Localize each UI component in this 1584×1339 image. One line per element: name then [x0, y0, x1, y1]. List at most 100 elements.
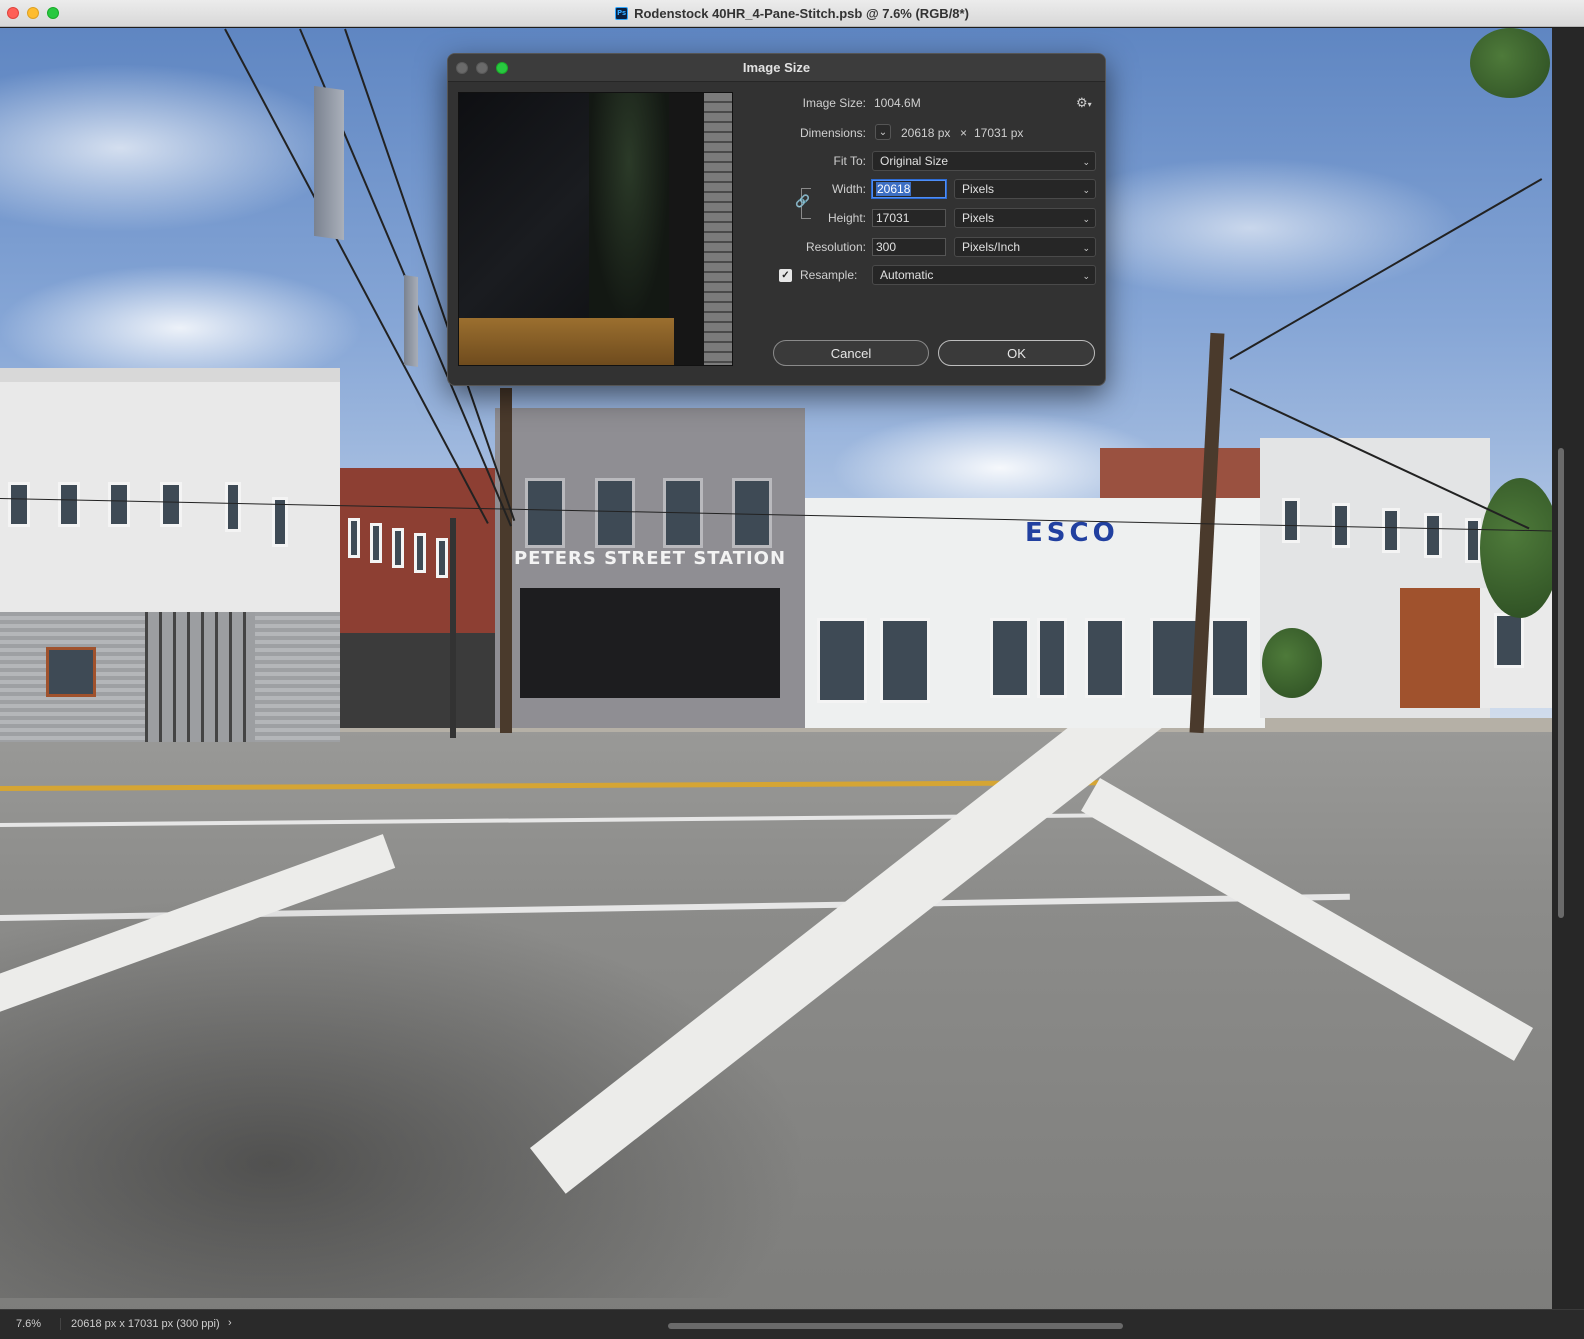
- building-window: [392, 528, 404, 568]
- resolution-label: Resolution:: [805, 240, 866, 254]
- chevron-down-icon: ⌄: [878, 126, 888, 138]
- chevron-down-icon: ⌄: [1082, 214, 1090, 224]
- resample-label: Resample:: [800, 268, 858, 282]
- dimensions-width-value: 20618 px: [901, 126, 951, 140]
- fit-to-value: Original Size: [880, 154, 949, 168]
- dimensions-height-value: 17031 px: [974, 126, 1024, 140]
- status-bar: 7.6% 20618 px x 17031 px (300 ppi) ›: [0, 1309, 1584, 1339]
- dialog-title-bar: Image Size: [448, 54, 1105, 82]
- white-building-left: [0, 368, 340, 742]
- resolution-input[interactable]: 300: [872, 238, 946, 256]
- peters-street-station-building: PETERS STREET STATION: [495, 408, 805, 728]
- tree: [1480, 478, 1552, 618]
- street-sign-back: [404, 275, 418, 367]
- fit-to-label: Fit To:: [833, 154, 866, 168]
- dialog-title: Image Size: [742, 60, 811, 75]
- title-wrap: Ps Rodenstock 40HR_4-Pane-Stitch.psb @ 7…: [615, 6, 969, 21]
- height-unit-select[interactable]: Pixels ⌄: [954, 208, 1096, 228]
- vertical-scrollbar[interactable]: [1552, 28, 1584, 1309]
- building-window: [1210, 618, 1250, 698]
- dialog-close-button[interactable]: [456, 62, 468, 74]
- fit-to-select[interactable]: Original Size ⌄: [872, 151, 1096, 171]
- building-window: [46, 647, 96, 697]
- dialog-zoom-button[interactable]: [496, 62, 508, 74]
- building-window: [525, 478, 565, 548]
- dimensions-label: Dimensions:: [799, 126, 866, 140]
- building-window: [370, 523, 382, 563]
- store-logo: ESCO: [1025, 518, 1119, 548]
- dialog-window-controls: [456, 62, 508, 74]
- width-value: 20618: [876, 182, 912, 196]
- resample-select[interactable]: Automatic ⌄: [872, 265, 1096, 285]
- height-unit-value: Pixels: [962, 211, 995, 225]
- zoom-level[interactable]: 7.6%: [16, 1318, 41, 1330]
- building-window: [990, 618, 1030, 698]
- chevron-down-icon: ⌄: [1082, 185, 1090, 195]
- preview-brick: [704, 93, 732, 365]
- preview-plant: [589, 93, 669, 323]
- resolution-unit-select[interactable]: Pixels/Inch ⌄: [954, 237, 1096, 257]
- minimize-button[interactable]: [27, 7, 39, 19]
- building-sign: PETERS STREET STATION: [513, 548, 787, 569]
- link-icon[interactable]: 🔗: [795, 194, 810, 208]
- vertical-scroll-thumb[interactable]: [1558, 448, 1564, 918]
- preview-frame: [669, 93, 704, 365]
- width-unit-select[interactable]: Pixels ⌄: [954, 179, 1096, 199]
- utility-pole: [500, 388, 512, 733]
- dialog-minimize-button[interactable]: [476, 62, 488, 74]
- width-input[interactable]: 20618: [872, 180, 946, 198]
- zoom-button[interactable]: [47, 7, 59, 19]
- ok-button[interactable]: OK: [938, 340, 1095, 366]
- building-window: [8, 482, 30, 527]
- security-grate: [145, 612, 255, 742]
- building-window: [595, 478, 635, 548]
- street-sign-back: [314, 85, 344, 241]
- building-window: [1085, 618, 1125, 698]
- storefront: [520, 588, 780, 698]
- height-input[interactable]: 17031: [872, 209, 946, 227]
- width-unit-value: Pixels: [962, 182, 995, 196]
- building-window: [1424, 513, 1442, 558]
- width-label: Width:: [831, 182, 866, 196]
- building-window: [1382, 508, 1400, 553]
- chevron-down-icon: ⌄: [1082, 157, 1090, 167]
- building-window: [1465, 518, 1481, 563]
- preview-wood: [459, 318, 674, 365]
- window-controls: [7, 7, 59, 19]
- image-size-label: Image Size:: [802, 96, 866, 110]
- image-size-value: 1004.6M: [874, 96, 921, 110]
- resample-checkbox[interactable]: ✓: [779, 269, 792, 282]
- document-info: 20618 px x 17031 px (300 ppi): [60, 1318, 220, 1330]
- checkmark-icon: ✓: [781, 270, 790, 281]
- building-window: [1282, 498, 1300, 543]
- horizontal-scroll-thumb[interactable]: [668, 1323, 1123, 1329]
- image-size-dialog: Image Size Image Size: 1004.6M ⚙▾ Dimens…: [447, 53, 1106, 386]
- gear-icon[interactable]: ⚙▾: [1076, 95, 1092, 111]
- window-title: Rodenstock 40HR_4-Pane-Stitch.psb @ 7.6%…: [634, 5, 969, 21]
- wood-storefront: [1400, 588, 1480, 708]
- tree-shadow: [0, 848, 900, 1298]
- building-window: [880, 618, 930, 703]
- shrub: [1262, 628, 1322, 698]
- building-window: [58, 482, 80, 527]
- photoshop-icon: Ps: [615, 6, 629, 20]
- dark-wall: [340, 633, 500, 728]
- dimensions-x: ×: [960, 126, 968, 140]
- chevron-down-icon: ⌄: [1082, 243, 1090, 253]
- tree-canopy: [1470, 28, 1550, 98]
- building-window: [1494, 613, 1524, 668]
- building-window: [225, 482, 241, 532]
- dimensions-units-dropdown[interactable]: ⌄: [875, 124, 891, 140]
- sign-pole: [450, 518, 456, 738]
- title-bar: Ps Rodenstock 40HR_4-Pane-Stitch.psb @ 7…: [0, 0, 1584, 27]
- cancel-button[interactable]: Cancel: [773, 340, 929, 366]
- building-window: [436, 538, 448, 578]
- building-window: [817, 618, 867, 703]
- chevron-right-icon[interactable]: ›: [228, 1317, 232, 1329]
- building-window: [108, 482, 130, 527]
- image-preview[interactable]: [458, 92, 733, 366]
- building-window: [414, 533, 426, 573]
- height-label: Height:: [827, 211, 866, 225]
- close-button[interactable]: [7, 7, 19, 19]
- resolution-unit-value: Pixels/Inch: [962, 240, 1021, 254]
